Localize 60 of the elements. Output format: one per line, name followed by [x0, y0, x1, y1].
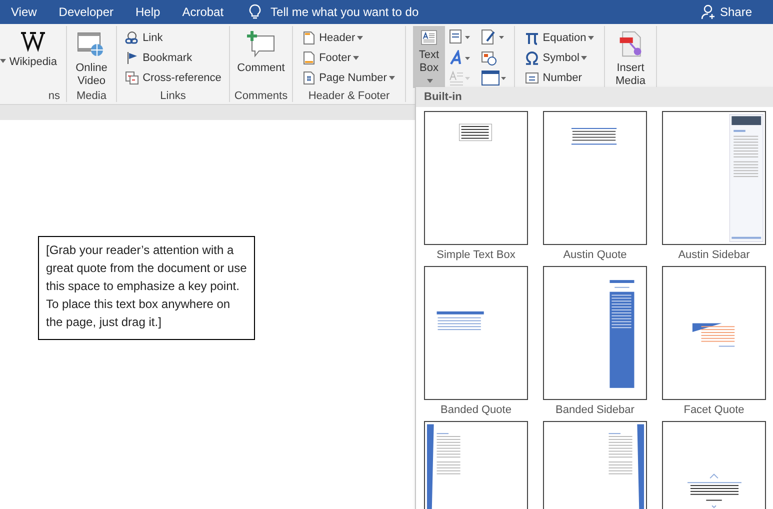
omega-icon — [524, 51, 539, 65]
thumbnail-label: Austin Sidebar — [678, 248, 750, 263]
menu-tab[interactable]: View — [4, 3, 44, 21]
number-field-icon — [524, 72, 539, 84]
link-globe-icon — [124, 31, 139, 45]
ribbon-button[interactable]: Comment — [234, 26, 288, 88]
menu-tab[interactable]: Help — [128, 3, 168, 21]
ribbon-button[interactable]: Footer — [301, 48, 397, 68]
quote-text-box[interactable]: [Grab your reader’s attention with a great quote from the document or use this space to emphasize a key point. To place this text box anywhere on the page, just drag it.] — [38, 236, 255, 340]
page-thumbnail[interactable] — [424, 266, 528, 400]
object-window-icon — [481, 70, 507, 86]
thumbnail-label: Simple Text Box — [436, 248, 516, 263]
wordart-icon — [449, 50, 471, 66]
menu-tab[interactable]: Acrobat — [175, 3, 231, 21]
comment-plus-icon — [246, 30, 276, 58]
quick-parts-icon — [449, 29, 471, 45]
page-number-icon — [303, 71, 316, 85]
ribbon-button[interactable]: Cross-reference — [122, 68, 224, 88]
drop-cap-icon — [449, 70, 471, 86]
thumbnail-label: Austin Quote — [563, 248, 627, 263]
header-page-icon — [303, 31, 316, 45]
cross-reference-icon — [124, 71, 139, 85]
pi-icon — [524, 31, 539, 45]
ribbon-button[interactable]: Bookmark — [122, 48, 224, 68]
video-globe-icon — [77, 30, 106, 58]
page-thumbnail[interactable] — [424, 111, 528, 245]
thumbnail-label: Facet Quote — [684, 403, 744, 418]
ribbon-button[interactable]: Wikipedia — [6, 26, 60, 88]
flag-icon — [124, 51, 139, 65]
page-thumbnail[interactable] — [543, 111, 647, 245]
signature-pen-icon — [481, 29, 505, 45]
person-add-icon — [700, 4, 717, 20]
group-label: ns — [48, 89, 60, 104]
wikipedia-w-icon — [20, 30, 46, 52]
ribbon-button[interactable]: Page Number — [301, 68, 397, 88]
lightbulb-icon — [248, 4, 261, 20]
ribbon-button[interactable]: Number — [522, 68, 596, 88]
ribbon-button[interactable]: Link — [122, 28, 224, 48]
thumbnail-label: Banded Sidebar — [556, 403, 634, 418]
caret-icon — [0, 59, 6, 63]
group-label: Comments — [234, 89, 288, 104]
ribbon-button[interactable]: Header — [301, 28, 397, 48]
group-label: Header & Footer — [308, 89, 390, 104]
date-time-icon — [481, 50, 497, 66]
menu-tab[interactable]: Developer — [52, 3, 120, 21]
ribbon-button[interactable]: Symbol — [522, 48, 596, 68]
ribbon-button[interactable]: Equation — [522, 28, 596, 48]
gallery-header: Built-in — [416, 87, 773, 107]
thumbnail-label: Banded Quote — [440, 403, 512, 418]
tell-me-search[interactable]: Tell me what you want to do — [270, 3, 419, 21]
ribbon-button[interactable]: Insert Media — [612, 26, 648, 88]
page-thumbnail[interactable] — [662, 111, 766, 245]
group-label: Links — [160, 89, 186, 104]
ribbon-button[interactable]: Online Video — [72, 26, 110, 88]
page-thumbnail[interactable] — [662, 266, 766, 400]
share-button[interactable]: Share — [720, 3, 752, 21]
ribbon-button[interactable]: Text Box — [413, 26, 445, 88]
footer-page-icon — [303, 51, 316, 65]
page-thumbnail[interactable] — [543, 266, 647, 400]
group-label: Media — [76, 89, 106, 104]
